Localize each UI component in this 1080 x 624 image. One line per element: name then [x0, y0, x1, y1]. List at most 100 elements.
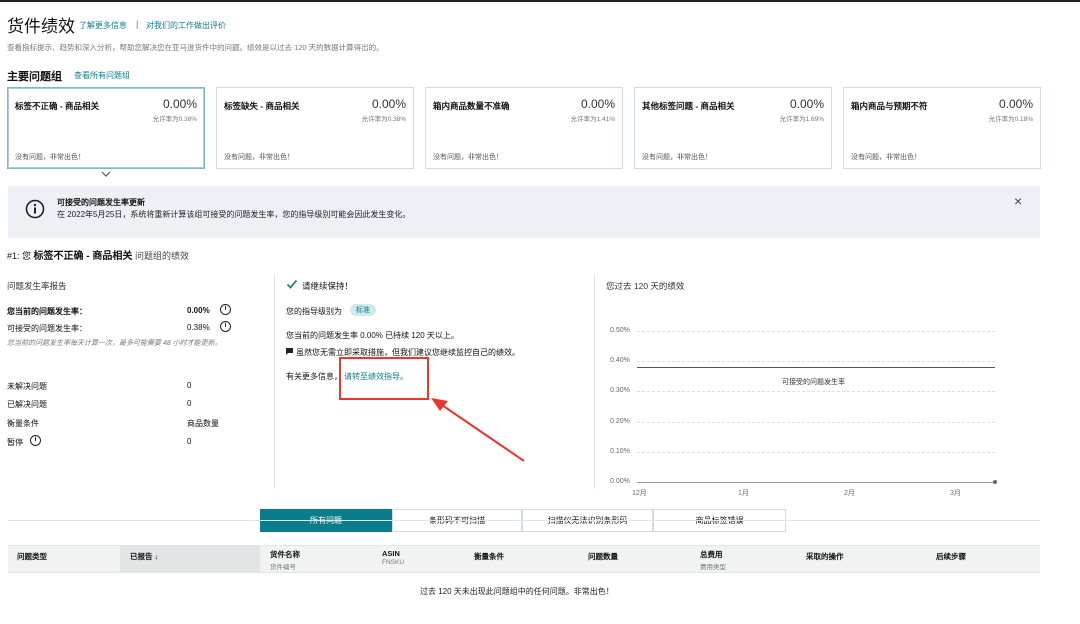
sort-down-icon: ↓: [155, 552, 159, 561]
current-rate-value: 0.00%: [187, 306, 210, 315]
banner-title: 可接受的问题发生率更新: [57, 197, 145, 208]
group-card-threshold: 允许率为0.38%: [362, 113, 406, 123]
level-label: 您的指导级别为: [286, 306, 342, 317]
column-divider: [274, 274, 275, 489]
resolved-label: 已解决问题: [7, 399, 47, 410]
group-card-footer: 没有问题，非常出色！: [224, 152, 294, 162]
measure-label: 衡量条件: [7, 418, 39, 429]
report-title: 问题发生率报告: [7, 280, 67, 292]
check-icon: [286, 278, 298, 290]
col-asin[interactable]: ASINFNSKU: [382, 549, 404, 566]
group-card-footer: 没有问题，非常出色！: [642, 152, 712, 162]
empty-table-message: 过去 120 天未出现此问题组中的任何问题。非常出色！: [420, 586, 614, 597]
group-card-title: 箱内商品数量不准确: [433, 100, 510, 112]
arrow-annotation: [428, 395, 528, 465]
level-badge: 标准: [350, 304, 376, 316]
group-card[interactable]: 其他标签问题 - 商品相关 0.00% 允许率为1.69% 没有问题，非常出色！: [634, 87, 832, 169]
col-issue-type[interactable]: 问题类型: [17, 551, 47, 562]
group-card[interactable]: 箱内商品与预期不符 0.00% 允许率为0.18% 没有问题，非常出色！: [843, 87, 1041, 169]
chart-series-label: 可接受的问题发生率: [782, 377, 845, 387]
col-total-fee[interactable]: 总费用费用类型: [700, 549, 726, 571]
group-card-footer: 没有问题，非常出色！: [851, 152, 921, 162]
status-line: 您当前的问题发生率 0.00% 已持续 120 天以上。: [286, 330, 459, 341]
groups-title: 主要问题组: [7, 68, 62, 84]
chart-y-tick-label: 0.50%: [610, 327, 630, 334]
group-card-footer: 没有问题，非常出色！: [15, 152, 85, 162]
chart-threshold-line: [637, 367, 995, 368]
group-card-threshold: 允许率为1.69%: [780, 113, 824, 123]
group-card[interactable]: 标签不正确 - 商品相关 0.00% 允许率为0.38% 没有问题，非常出色！: [7, 87, 205, 169]
chart-x-tick-label: 2月: [844, 488, 855, 498]
view-all-groups-link[interactable]: 查看所有问题组: [74, 70, 130, 81]
group-card-threshold: 允许率为0.18%: [989, 113, 1033, 123]
col-measure[interactable]: 衡量条件: [474, 551, 504, 562]
more-info-prefix: 有关更多信息，: [286, 371, 342, 382]
unresolved-value: 0: [187, 381, 191, 390]
chevron-down-icon[interactable]: [101, 170, 111, 180]
info-icon: [25, 199, 45, 219]
column-divider: [594, 274, 595, 489]
group-card-title: 箱内商品与预期不符: [851, 100, 928, 112]
info-icon[interactable]: i: [30, 434, 41, 446]
group-card-value: 0.00%: [581, 97, 615, 111]
group-card[interactable]: 标签缺失 - 商品相关 0.00% 允许率为0.38% 没有问题，非常出色！: [216, 87, 414, 169]
chart-gridline: [637, 422, 995, 423]
group-card-threshold: 允许率为1.41%: [571, 113, 615, 123]
chart-data-point: [993, 480, 997, 484]
learn-more-link[interactable]: 了解更多信息: [79, 20, 127, 31]
group-card[interactable]: 箱内商品数量不准确 0.00% 允许率为1.41% 没有问题，非常出色！: [425, 87, 623, 169]
chart-y-tick-label: 0.40%: [610, 357, 630, 364]
chart-gridline: [637, 361, 995, 362]
page-title: 货件绩效: [7, 12, 75, 37]
group-card-footer: 没有问题，非常出色！: [433, 152, 503, 162]
chart-gridline: [637, 452, 995, 453]
header-divider: |: [136, 19, 138, 29]
report-note: 您当前的问题发生率每天计算一次，最多可能需要 48 小时才能更新。: [7, 338, 262, 350]
bullet-icon: [286, 348, 293, 355]
chart-y-tick-label: 0.30%: [610, 387, 630, 394]
status-title: 请继续保持！: [302, 280, 353, 292]
window-top-border: [0, 0, 1080, 2]
banner-text: 在 2022年5月25日，系统将重新计算该组可接受的问题发生率，您的指导级别可能…: [57, 209, 410, 220]
group-card-title: 其他标签问题 - 商品相关: [642, 100, 735, 112]
group-card-title: 标签缺失 - 商品相关: [224, 100, 300, 112]
acceptable-rate-label: 可接受的问题发生率：: [7, 323, 87, 334]
group-card-value: 0.00%: [163, 97, 197, 111]
info-icon[interactable]: i: [220, 320, 231, 332]
heading-group-name: 标签不正确 - 商品相关: [34, 251, 133, 262]
group-card-value: 0.00%: [999, 97, 1033, 111]
chart-gridline: [637, 331, 995, 332]
chart-gridline: [637, 391, 995, 392]
chart-x-tick-label: 3月: [950, 488, 961, 498]
chart-x-tick-label: 12月: [632, 488, 647, 498]
col-shipment-name[interactable]: 货件名称货件编号: [270, 549, 300, 571]
col-reported[interactable]: 已报告 ↓: [130, 551, 158, 562]
highlight-box: [339, 357, 429, 400]
group-card-title: 标签不正确 - 商品相关: [15, 100, 99, 112]
chart-y-tick-label: 0.10%: [610, 448, 630, 455]
chart-x-axis: [637, 482, 995, 483]
paused-value: 0: [187, 437, 191, 446]
current-rate-label: 您当前的问题发生率：: [7, 306, 87, 317]
col-action-taken[interactable]: 采取的操作: [806, 551, 844, 562]
chart-y-tick-label: 0.00%: [610, 478, 630, 485]
info-banner: 可接受的问题发生率更新 在 2022年5月25日，系统将重新计算该组可接受的问题…: [8, 186, 1040, 238]
chart-y-tick-label: 0.20%: [610, 418, 630, 425]
col-issue-count[interactable]: 问题数量: [588, 551, 618, 562]
acceptable-rate-value: 0.38%: [187, 323, 210, 332]
info-icon[interactable]: i: [220, 303, 231, 315]
feedback-link[interactable]: 对我们的工作做出评价: [146, 20, 226, 31]
measure-value: 商品数量: [187, 418, 219, 429]
col-next-steps[interactable]: 后续步骤: [936, 551, 966, 562]
paused-label: 暂停: [7, 437, 23, 448]
close-icon[interactable]: ×: [1014, 193, 1022, 209]
group-performance-heading: #1: 您 标签不正确 - 商品相关 问题组的绩效: [7, 247, 189, 262]
heading-prefix: #1: 您: [7, 251, 31, 261]
chart-title: 您过去 120 天的绩效: [606, 280, 684, 292]
chart-x-tick-label: 1月: [738, 488, 749, 498]
group-card-threshold: 允许率为0.38%: [153, 113, 197, 123]
tab-baseline: [8, 520, 1040, 521]
group-card-value: 0.00%: [372, 97, 406, 111]
page-description: 查看指标提示、趋势和深入分析，帮助您解决您在亚马逊货件中的问题。绩效是以过去 1…: [7, 42, 384, 53]
group-card-value: 0.00%: [790, 97, 824, 111]
